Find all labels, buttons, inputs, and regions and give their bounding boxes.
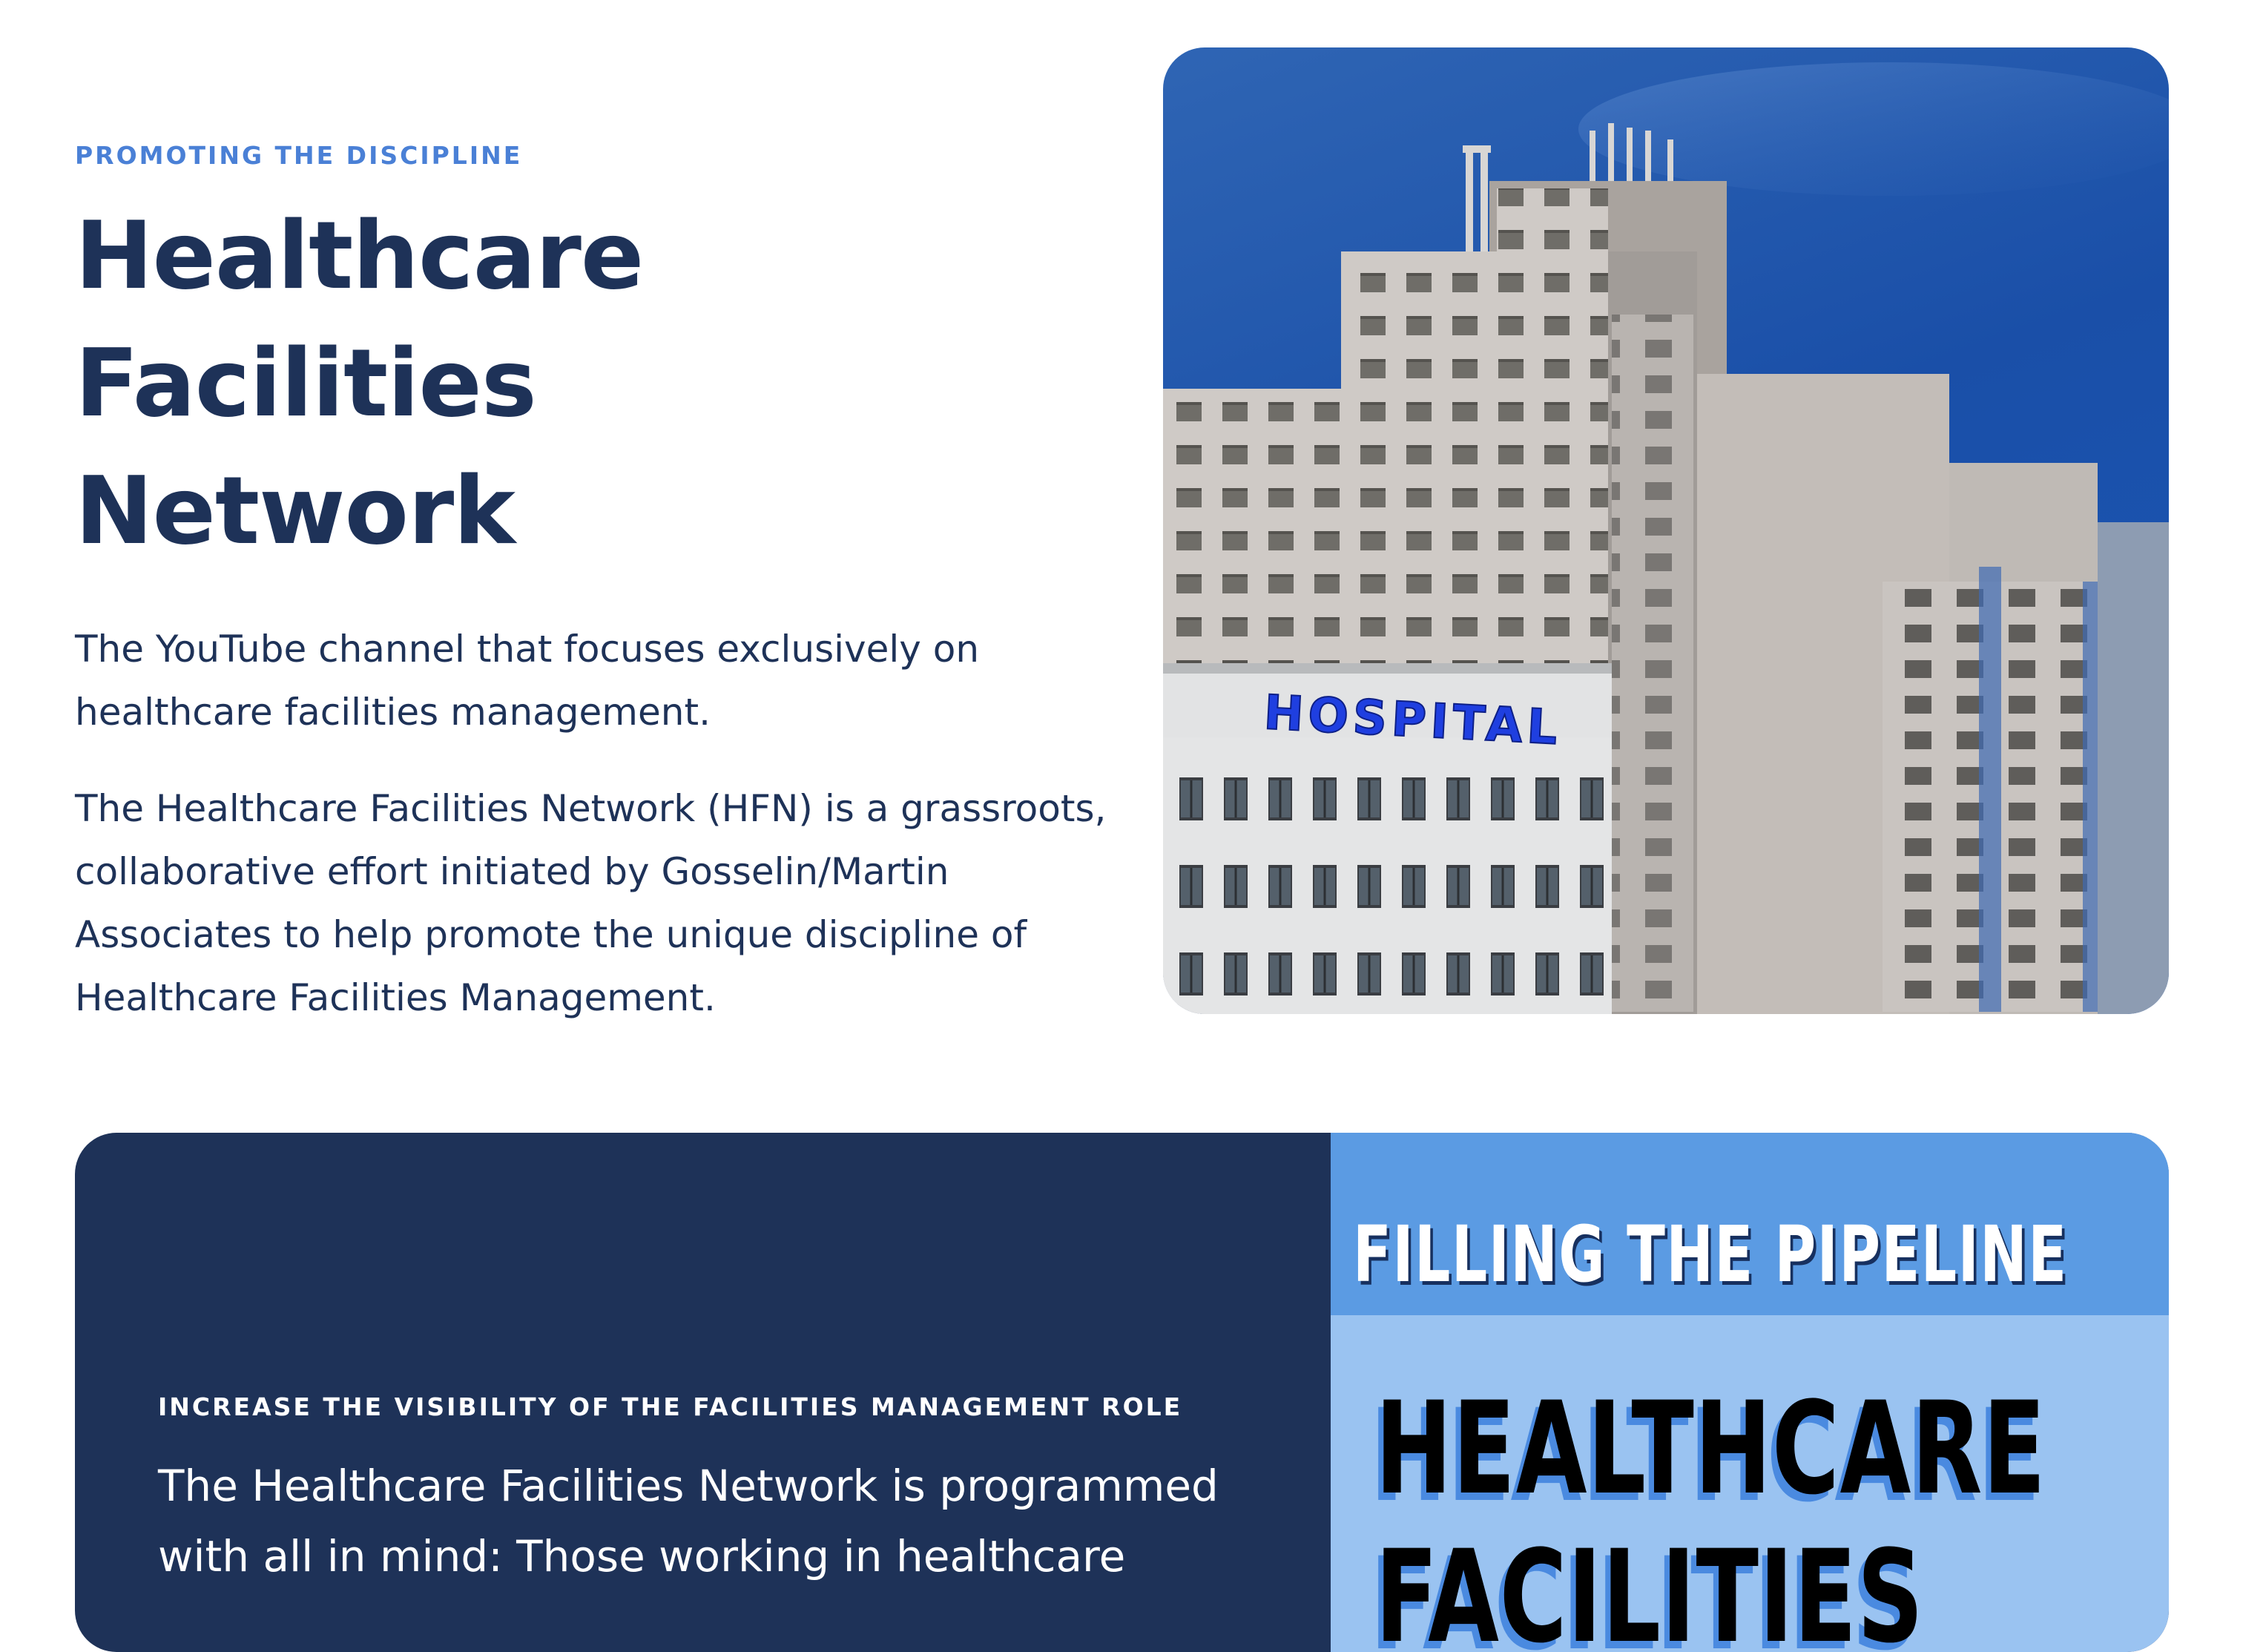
card-body: The Healthcare Facilities Network is pro… xyxy=(158,1461,1219,1582)
intro-body: The Healthcare Facilities Network (HFN) … xyxy=(75,787,1107,1019)
glass-strip-2 xyxy=(2083,582,2098,1012)
pipeline-poster: FILLING THE PIPELINE HEALTHCARE FACILITI… xyxy=(1331,1133,2169,1652)
cloud xyxy=(1578,62,2169,196)
poster-title: HEALTHCARE FACILITIES xyxy=(1375,1374,2046,1652)
low-building-windows xyxy=(1163,737,1612,1014)
far-right-glass xyxy=(2098,522,2169,1014)
page-title-line-2: Network xyxy=(75,456,516,565)
card-text: INCREASE THE VISIBILITY OF THE FACILITIE… xyxy=(158,1392,1308,1592)
page-title-line-1: Healthcare Facilities xyxy=(75,201,644,438)
card-eyebrow: INCREASE THE VISIBILITY OF THE FACILITIE… xyxy=(158,1392,1183,1421)
intro-section: PROMOTING THE DISCIPLINE Healthcare Faci… xyxy=(75,141,1113,1030)
visibility-card: INCREASE THE VISIBILITY OF THE FACILITIE… xyxy=(75,1133,2169,1652)
hospital-photo: HOSPITAL xyxy=(1163,47,2169,1014)
hospital-building-illustration: HOSPITAL xyxy=(1163,62,2169,1014)
poster-kicker: FILLING THE PIPELINE xyxy=(1353,1209,2068,1300)
intro-lead: The YouTube channel that focuses exclusi… xyxy=(75,628,980,734)
page-title: Healthcare Facilities Network xyxy=(75,192,1113,575)
low-building-roofline xyxy=(1163,663,1612,674)
section-eyebrow: PROMOTING THE DISCIPLINE xyxy=(75,141,523,170)
glass-strip xyxy=(1979,567,2001,1012)
tower-side-windows xyxy=(1612,315,1693,1012)
